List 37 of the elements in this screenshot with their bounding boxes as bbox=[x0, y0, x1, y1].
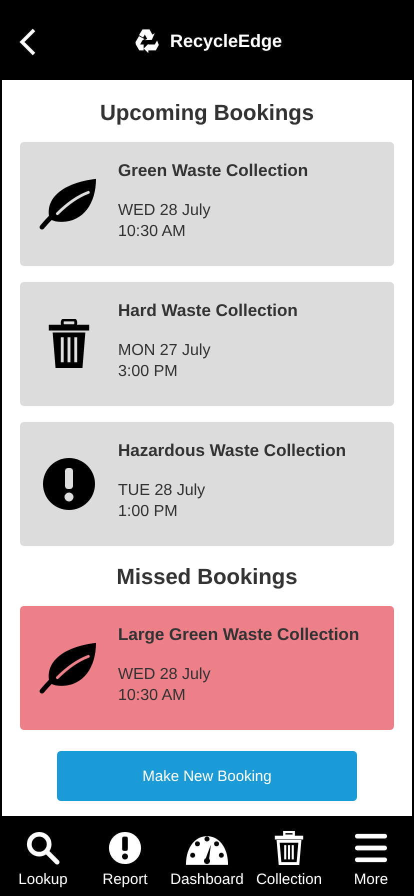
nav-label: Dashboard bbox=[170, 871, 244, 888]
nav-label: Collection bbox=[256, 871, 322, 888]
section-heading: Upcoming Bookings bbox=[100, 99, 314, 127]
nav-item[interactable]: Collection bbox=[249, 831, 329, 888]
nav-item[interactable]: Report bbox=[85, 831, 165, 888]
booking-date: MON 27 July bbox=[118, 341, 212, 361]
section-heading: Missed Bookings bbox=[116, 563, 298, 591]
trash-icon bbox=[47, 319, 91, 369]
booking-date: WED 28 July bbox=[118, 665, 212, 685]
booking-card[interactable]: Green Waste Collection WED 28 July 10:30 AM bbox=[20, 142, 394, 266]
booking-date: WED 28 July bbox=[118, 201, 212, 221]
booking-title: Green Waste Collection bbox=[118, 161, 308, 181]
booking-time: 3:00 PM bbox=[118, 362, 179, 382]
nav-item[interactable]: Lookup bbox=[3, 831, 83, 888]
back-icon[interactable] bbox=[18, 27, 38, 57]
alert-icon bbox=[43, 458, 95, 510]
nav-item[interactable]: More bbox=[331, 831, 411, 888]
nav-label: More bbox=[354, 871, 388, 888]
menu-icon bbox=[354, 831, 388, 865]
booking-title: Large Green Waste Collection bbox=[118, 625, 360, 645]
trash-icon bbox=[272, 831, 306, 865]
nav-item[interactable]: Dashboard bbox=[167, 831, 247, 888]
booking-date: TUE 28 July bbox=[118, 481, 206, 501]
gauge-icon bbox=[185, 836, 229, 865]
booking-card[interactable]: Hazardous Waste Collection TUE 28 July 1:00 PM bbox=[20, 422, 394, 546]
nav-label: Lookup bbox=[18, 871, 68, 888]
booking-card[interactable]: Hard Waste Collection MON 27 July 3:00 PM bbox=[20, 282, 394, 406]
booking-title: Hazardous Waste Collection bbox=[118, 441, 346, 461]
booking-card[interactable]: Large Green Waste Collection WED 28 July 10:30 AM bbox=[20, 606, 394, 730]
alert-icon bbox=[108, 831, 142, 865]
booking-time: 1:00 PM bbox=[118, 502, 179, 522]
booking-time: 10:30 AM bbox=[118, 222, 187, 242]
nav-label: Report bbox=[102, 871, 148, 888]
booking-time: 10:30 AM bbox=[118, 686, 187, 706]
search-icon bbox=[26, 831, 60, 865]
app-title: RecycleEdge bbox=[170, 30, 282, 52]
booking-title: Hard Waste Collection bbox=[118, 301, 298, 321]
